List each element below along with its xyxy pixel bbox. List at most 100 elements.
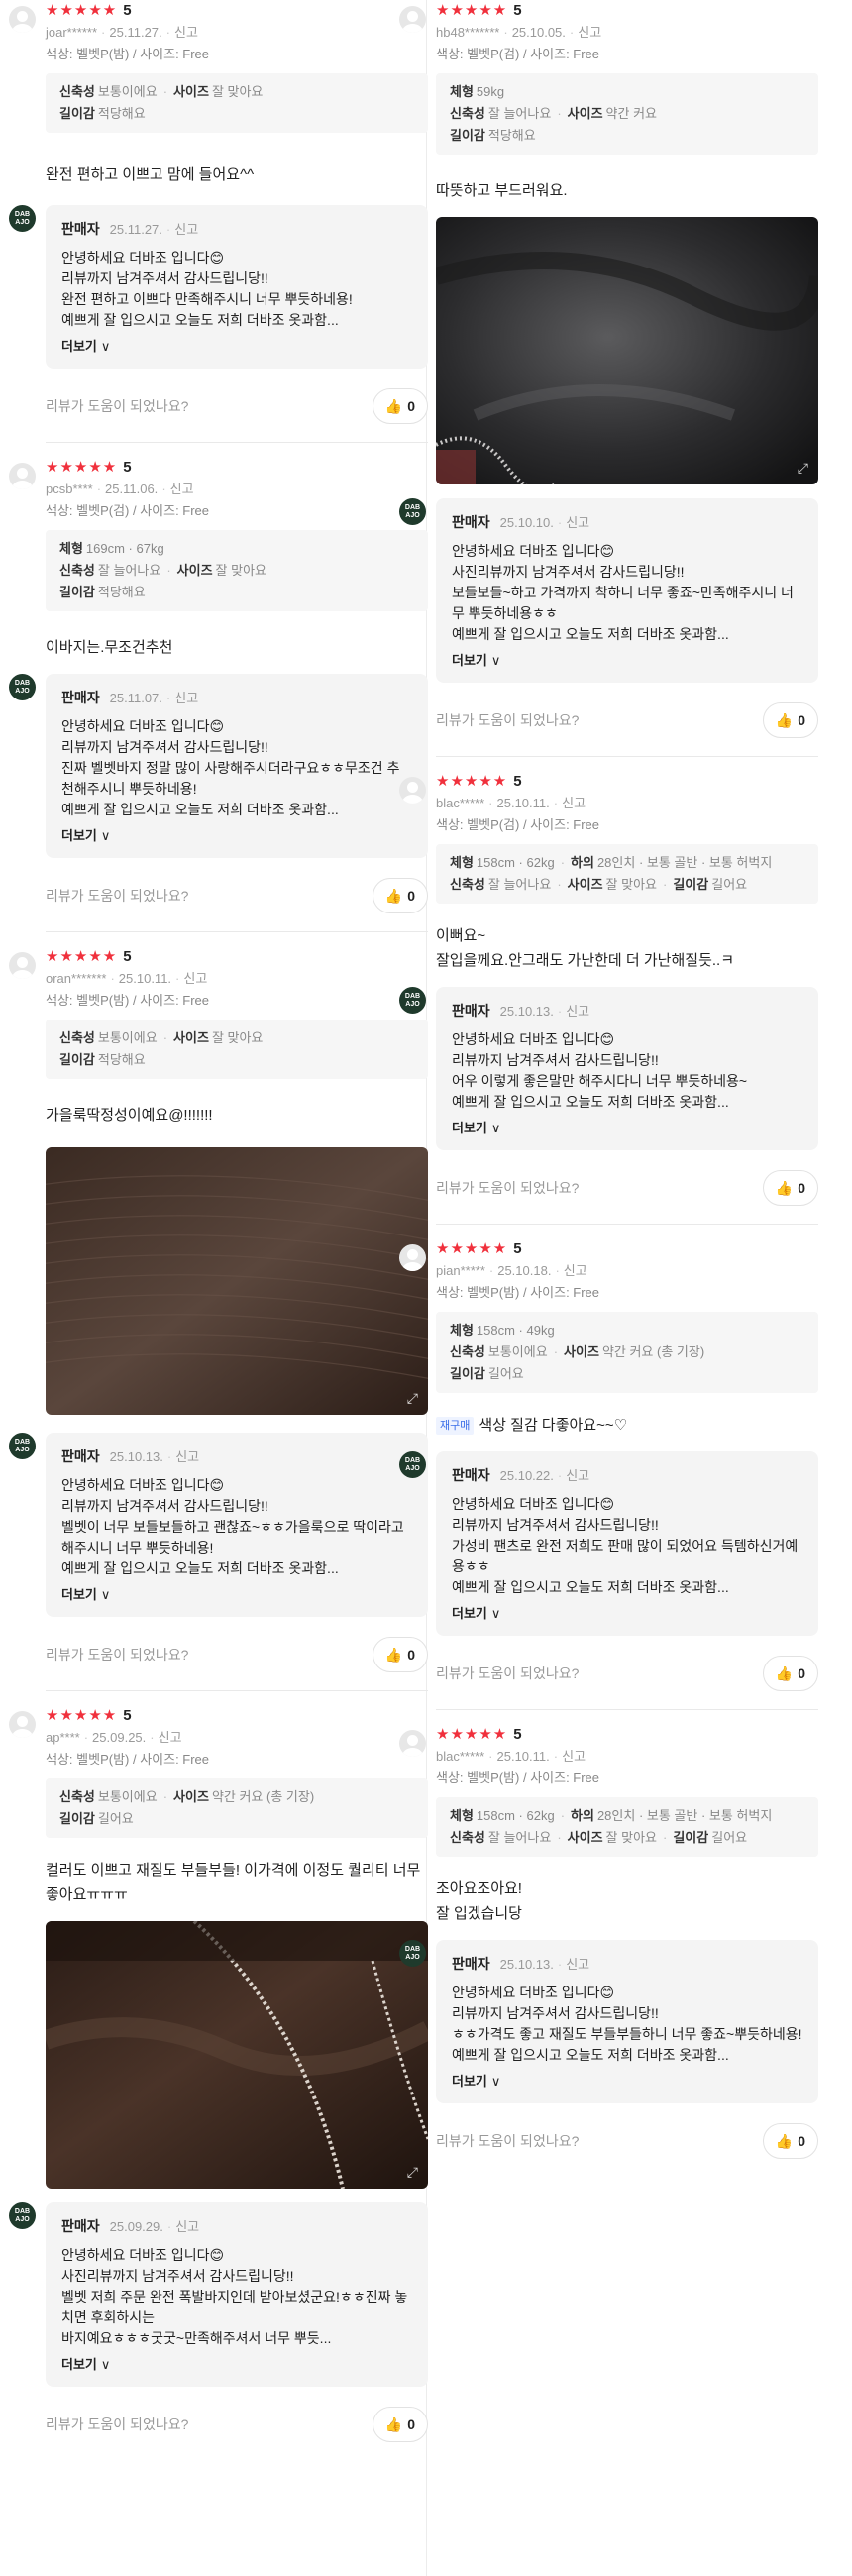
report-link[interactable]: 신고 bbox=[174, 691, 198, 705]
seller-label: 판매자 bbox=[61, 2218, 100, 2234]
reply-date: 25.09.29. bbox=[109, 2219, 163, 2234]
helpful-question: 리뷰가 도움이 되었나요? bbox=[436, 2133, 580, 2149]
review-specs: 체형 158cm · 62kg · 하의 28인치 · 보통 골반 · 보통 허벅지 신… bbox=[436, 1797, 818, 1857]
more-button[interactable]: 더보기 ∨ bbox=[61, 2355, 412, 2375]
like-button[interactable]: 👍 0 bbox=[372, 2407, 428, 2442]
star-rating: ★★★★★ bbox=[46, 2, 118, 19]
report-link[interactable]: 신고 bbox=[175, 2219, 199, 2234]
like-button[interactable]: 👍 0 bbox=[762, 702, 818, 738]
purchase-option: 색상: 벨벳P(밤) / 사이즈: Free bbox=[436, 1771, 600, 1785]
report-link[interactable]: 신고 bbox=[183, 971, 207, 986]
more-button[interactable]: 더보기 ∨ bbox=[61, 1585, 412, 1605]
review-text: 가을룩딱정성이예요@!!!!!!! bbox=[46, 1107, 213, 1124]
fabric-photo-image bbox=[46, 1921, 428, 2189]
expand-icon[interactable]: ⤢ bbox=[407, 1390, 418, 1407]
review-meta: blac***** · 25.10.11. · 신고 bbox=[436, 1749, 586, 1764]
like-button[interactable]: 👍 0 bbox=[372, 1637, 428, 1672]
review-list-page: ★★★★★ 5 joar****** · 25.11.27. · 신고 색상: 벨벳P(밤… bbox=[0, 0, 852, 2576]
review-header: ★★★★★ 5 blac***** · 25.10.11. · 신고 색상: 벨벳P(검)… bbox=[399, 771, 818, 836]
report-link[interactable]: 신고 bbox=[562, 1749, 586, 1764]
rating-score: 5 bbox=[123, 459, 132, 476]
seller-logo: DAB AJO bbox=[399, 987, 426, 1014]
review-date: 25.10.11. bbox=[496, 796, 550, 810]
seller-reply: DAB AJO 판매자 25.10.13. · 신고 안녕하세요 더바조 입니다😊 리… bbox=[9, 1433, 428, 1617]
report-link[interactable]: 신고 bbox=[566, 1468, 589, 1483]
review-column-left: ★★★★★ 5 joar****** · 25.11.27. · 신고 색상: 벨벳P(밤… bbox=[9, 0, 428, 2460]
helpful-question: 리뷰가 도움이 되었나요? bbox=[436, 1665, 580, 1681]
report-link[interactable]: 신고 bbox=[175, 1449, 199, 1464]
review-card: ★★★★★ 5 pcsb**** · 25.11.06. · 신고 색상: 벨벳P(검) … bbox=[9, 443, 428, 932]
seller-logo: DAB AJO bbox=[9, 1433, 36, 1459]
purchase-option: 색상: 벨벳P(검) / 사이즈: Free bbox=[436, 817, 600, 832]
review-text-body: 색상 질감 다좋아요~~♡ bbox=[479, 1417, 628, 1434]
report-link[interactable]: 신고 bbox=[562, 796, 586, 810]
report-link[interactable]: 신고 bbox=[159, 1730, 182, 1745]
more-button[interactable]: 더보기 ∨ bbox=[452, 1119, 802, 1138]
seller-reply: DAB AJO 판매자 25.10.22. · 신고 안녕하세요 더바조 입니다😊 리… bbox=[399, 1451, 818, 1636]
seller-reply: DAB AJO 판매자 25.10.13. · 신고 안녕하세요 더바조 입니다😊 리… bbox=[399, 1940, 818, 2103]
reviewer-id: pcsb**** bbox=[46, 482, 93, 496]
rating-score: 5 bbox=[513, 773, 522, 790]
chevron-down-icon: ∨ bbox=[100, 339, 111, 354]
report-link[interactable]: 신고 bbox=[564, 1263, 587, 1278]
report-link[interactable]: 신고 bbox=[170, 482, 194, 496]
expand-icon[interactable]: ⤢ bbox=[407, 2164, 418, 2181]
report-link[interactable]: 신고 bbox=[566, 1004, 589, 1019]
report-link[interactable]: 신고 bbox=[174, 25, 198, 40]
thumbs-up-icon: 👍 bbox=[775, 1664, 794, 1681]
reviewer-id: oran******* bbox=[46, 971, 107, 986]
seller-reply-text: 안녕하세요 더바조 입니다😊 리뷰까지 남겨주셔서 감사드립니당!! 벨벳이 너… bbox=[61, 1477, 404, 1576]
report-link[interactable]: 신고 bbox=[566, 515, 589, 530]
more-button[interactable]: 더보기 ∨ bbox=[61, 337, 412, 357]
like-count: 0 bbox=[407, 2416, 415, 2432]
star-rating: ★★★★★ bbox=[436, 1240, 508, 1257]
review-header: ★★★★★ 5 oran******* · 25.10.11. · 신고 색상: 벨벳P(… bbox=[9, 946, 428, 1012]
helpful-row: 리뷰가 도움이 되었나요? 👍 0 bbox=[436, 1168, 818, 1208]
report-link[interactable]: 신고 bbox=[578, 25, 601, 40]
review-card: ★★★★★ 5 hb48******* · 25.10.05. · 신고 색상: 벨벳P(… bbox=[399, 0, 818, 757]
rating-score: 5 bbox=[123, 2, 132, 19]
review-specs: 신축성 보통이에요 · 사이즈 잘 맞아요 길이감 적당해요 bbox=[46, 1020, 428, 1079]
thumbs-up-icon: 👍 bbox=[384, 2415, 403, 2432]
purchase-option: 색상: 벨벳P(검) / 사이즈: Free bbox=[436, 47, 600, 61]
reply-date: 25.11.07. bbox=[109, 691, 162, 705]
review-photo[interactable]: ⤢ bbox=[436, 217, 818, 484]
chevron-down-icon: ∨ bbox=[100, 828, 111, 843]
like-count: 0 bbox=[798, 1180, 805, 1196]
more-button[interactable]: 더보기 ∨ bbox=[452, 1604, 802, 1624]
review-photo[interactable]: ⤢ bbox=[46, 1921, 428, 2189]
purchase-option: 색상: 벨벳P(밤) / 사이즈: Free bbox=[46, 47, 210, 61]
like-count: 0 bbox=[798, 1665, 805, 1681]
more-button[interactable]: 더보기 ∨ bbox=[452, 2072, 802, 2092]
like-button[interactable]: 👍 0 bbox=[762, 2123, 818, 2159]
seller-reply-text: 안녕하세요 더바조 입니다😊 리뷰까지 남겨주셔서 감사드립니당!! 완전 편하… bbox=[61, 250, 353, 328]
more-button[interactable]: 더보기 ∨ bbox=[452, 651, 802, 671]
review-specs: 체형 169cm · 67kg 신축성 잘 늘어나요 · 사이즈 잘 맞아요 길이감 적당해… bbox=[46, 530, 428, 611]
like-button[interactable]: 👍 0 bbox=[372, 878, 428, 913]
seller-label: 판매자 bbox=[452, 1467, 490, 1483]
seller-logo: DAB AJO bbox=[399, 1451, 426, 1478]
review-card: ★★★★★ 5 oran******* · 25.10.11. · 신고 색상: 벨벳P(… bbox=[9, 932, 428, 1691]
expand-icon[interactable]: ⤢ bbox=[798, 460, 808, 477]
review-card: ★★★★★ 5 ap**** · 25.09.25. · 신고 색상: 벨벳P(밤) / … bbox=[9, 1691, 428, 2444]
review-meta: hb48******* · 25.10.05. · 신고 bbox=[436, 25, 602, 40]
avatar bbox=[399, 777, 426, 804]
rating-score: 5 bbox=[513, 2, 522, 19]
report-link[interactable]: 신고 bbox=[566, 1957, 589, 1972]
review-specs: 체형 59kg 신축성 잘 늘어나요 · 사이즈 약간 커요 길이감 적당해요 bbox=[436, 73, 818, 155]
review-photo[interactable]: ⤢ bbox=[46, 1147, 428, 1415]
like-button[interactable]: 👍 0 bbox=[372, 388, 428, 424]
more-button[interactable]: 더보기 ∨ bbox=[61, 826, 412, 846]
like-button[interactable]: 👍 0 bbox=[762, 1656, 818, 1691]
report-link[interactable]: 신고 bbox=[174, 222, 198, 237]
review-meta: oran******* · 25.10.11. · 신고 bbox=[46, 971, 208, 986]
like-button[interactable]: 👍 0 bbox=[762, 1170, 818, 1206]
thumbs-up-icon: 👍 bbox=[384, 887, 403, 904]
reply-date: 25.11.27. bbox=[109, 222, 162, 237]
helpful-row: 리뷰가 도움이 되었나요? 👍 0 bbox=[46, 386, 428, 426]
like-count: 0 bbox=[407, 888, 415, 904]
seller-label: 판매자 bbox=[61, 221, 100, 237]
chevron-down-icon: ∨ bbox=[100, 2357, 111, 2372]
review-specs: 신축성 보통이에요 · 사이즈 약간 커요 (총 기장) 길이감 길어요 bbox=[46, 1778, 428, 1838]
seller-reply-text: 안녕하세요 더바조 입니다😊 리뷰까지 남겨주셔서 감사드립니당!! 진짜 벨벳… bbox=[61, 718, 400, 817]
